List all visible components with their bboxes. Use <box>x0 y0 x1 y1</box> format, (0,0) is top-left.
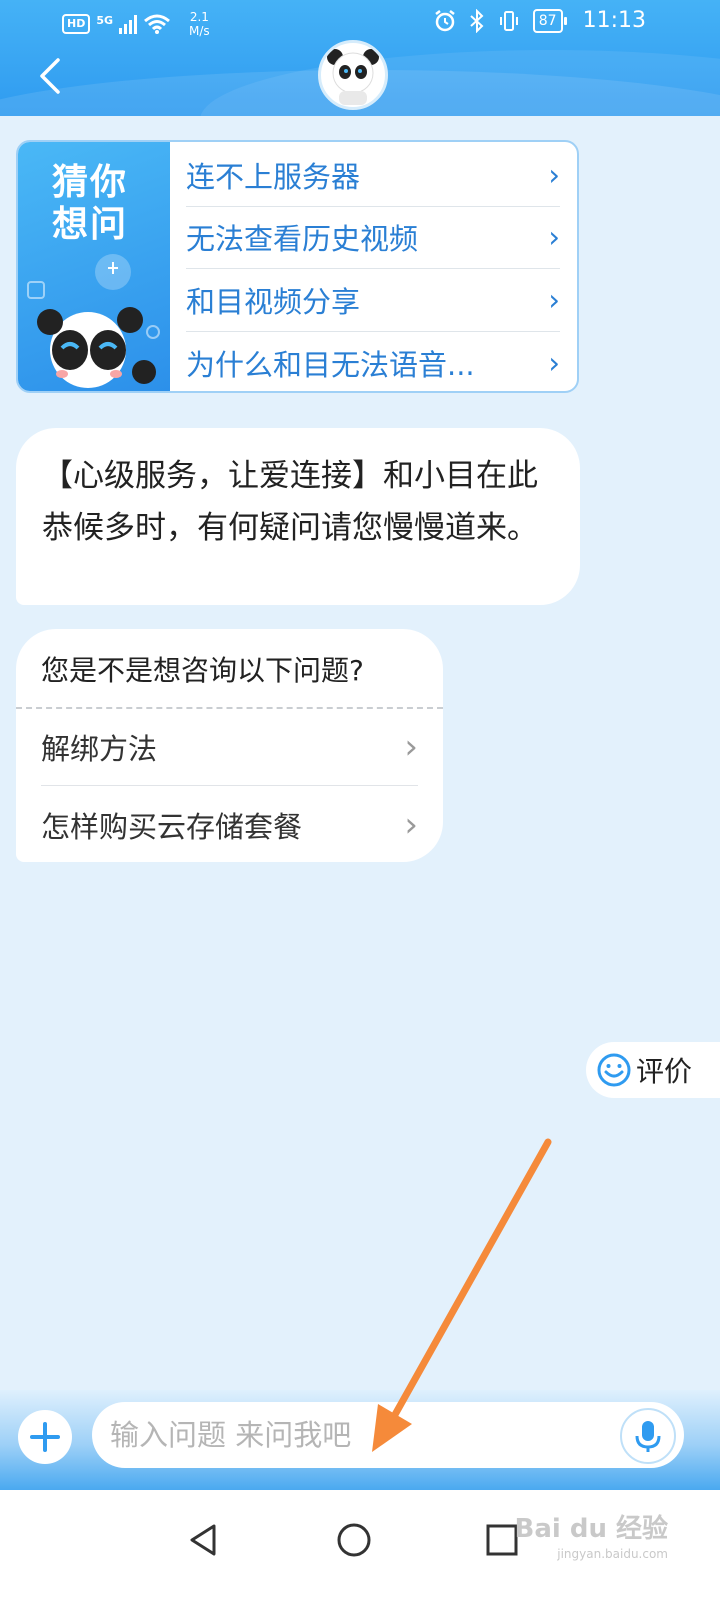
speed-value: 2.1 <box>189 10 209 24</box>
header-wave <box>200 50 720 116</box>
smiley-icon <box>597 1053 631 1087</box>
guess-item[interactable]: 为什么和目无法语音... › <box>186 332 560 392</box>
chevron-right-icon: › <box>548 345 560 380</box>
alarm-icon <box>435 9 455 31</box>
guess-title: 猜你想问 <box>52 162 129 245</box>
voice-button[interactable] <box>620 1408 676 1464</box>
assistant-avatar[interactable] <box>318 40 388 110</box>
guess-item-label: 连不上服务器 <box>186 159 361 194</box>
system-nav-bar: Bai du 经验 jingyan.baidu.com <box>0 1490 720 1600</box>
suggestion-item-label: 解绑方法 <box>41 732 158 766</box>
rate-label: 评价 <box>636 1055 693 1088</box>
suggestion-message: 您是不是想咨询以下问题? 解绑方法 › 怎样购买云存储套餐 › <box>16 629 443 862</box>
guess-card: 猜你想问 连不上服务器 › 无法查看历史视频 › 和目视频分享 › 为什么和目无… <box>16 140 579 393</box>
battery-indicator: 87 <box>532 8 567 33</box>
baidu-watermark: Bai du 经验 jingyan.baidu.com <box>515 1508 669 1561</box>
greeting-message: 【心级服务，让爱连接】和小目在此恭候多时，有何疑问请您慢慢道来。 <box>16 428 580 605</box>
vibrate-icon <box>499 10 518 31</box>
network-speed: 2.1 M/s <box>189 10 210 38</box>
suggestion-list: 解绑方法 › 怎样购买云存储套餐 › <box>16 709 443 862</box>
status-right: 87 11:13 <box>433 8 646 33</box>
signal-icon <box>119 14 138 34</box>
circle-home-icon <box>337 1523 371 1557</box>
guess-item-label: 为什么和目无法语音... <box>186 347 475 382</box>
microphone-icon <box>635 1421 661 1452</box>
chevron-right-icon: › <box>548 282 560 317</box>
chevron-right-icon: › <box>548 220 560 255</box>
guess-card-banner: 猜你想问 <box>18 142 170 391</box>
network-type: 5G <box>96 13 114 27</box>
suggestion-item[interactable]: 怎样购买云存储套餐 › <box>41 786 418 862</box>
chevron-left-icon <box>40 58 60 94</box>
guess-item[interactable]: 和目视频分享 › <box>186 269 560 332</box>
status-left: HD 5G 2.1 M/s <box>62 10 210 38</box>
chevron-right-icon: › <box>404 804 418 845</box>
app-header: HD 5G 2.1 M/s 87 11:13 <box>0 0 720 116</box>
question-input[interactable] <box>110 1402 610 1468</box>
rate-button[interactable]: 评价 <box>586 1042 720 1098</box>
guess-item-label: 和目视频分享 <box>186 284 361 319</box>
triangle-back-icon <box>190 1524 216 1556</box>
speed-unit: M/s <box>189 24 210 38</box>
chevron-right-icon: › <box>548 157 560 192</box>
nav-back-button[interactable] <box>176 1512 232 1568</box>
chevron-right-icon: › <box>404 727 418 767</box>
back-button[interactable] <box>30 54 70 98</box>
watermark-url: jingyan.baidu.com <box>557 1547 668 1561</box>
status-bar: HD 5G 2.1 M/s 87 11:13 <box>0 0 720 46</box>
wifi-icon <box>144 14 170 34</box>
guess-list: 连不上服务器 › 无法查看历史视频 › 和目视频分享 › 为什么和目无法语音..… <box>186 144 560 392</box>
add-button[interactable] <box>18 1410 72 1464</box>
nav-home-button[interactable] <box>326 1512 382 1568</box>
suggestion-question: 您是不是想咨询以下问题? <box>16 629 443 709</box>
guess-item[interactable]: 无法查看历史视频 › <box>186 207 560 269</box>
panda-avatar-icon <box>327 49 379 105</box>
guess-item[interactable]: 连不上服务器 › <box>186 144 560 207</box>
question-input-box <box>92 1402 684 1468</box>
hd-badge: HD <box>62 14 91 34</box>
suggestion-item-label: 怎样购买云存储套餐 <box>41 809 303 844</box>
bluetooth-icon <box>470 8 484 33</box>
plus-icon <box>30 1422 60 1452</box>
guess-item-label: 无法查看历史视频 <box>186 222 419 257</box>
greeting-text: 【心级服务，让爱连接】和小目在此恭候多时，有何疑问请您慢慢道来。 <box>42 458 538 546</box>
input-bar <box>0 1390 720 1490</box>
suggestion-item[interactable]: 解绑方法 › <box>41 709 418 786</box>
status-time: 11:13 <box>582 8 646 33</box>
watermark-brand: Bai du 经验 <box>514 1514 669 1544</box>
